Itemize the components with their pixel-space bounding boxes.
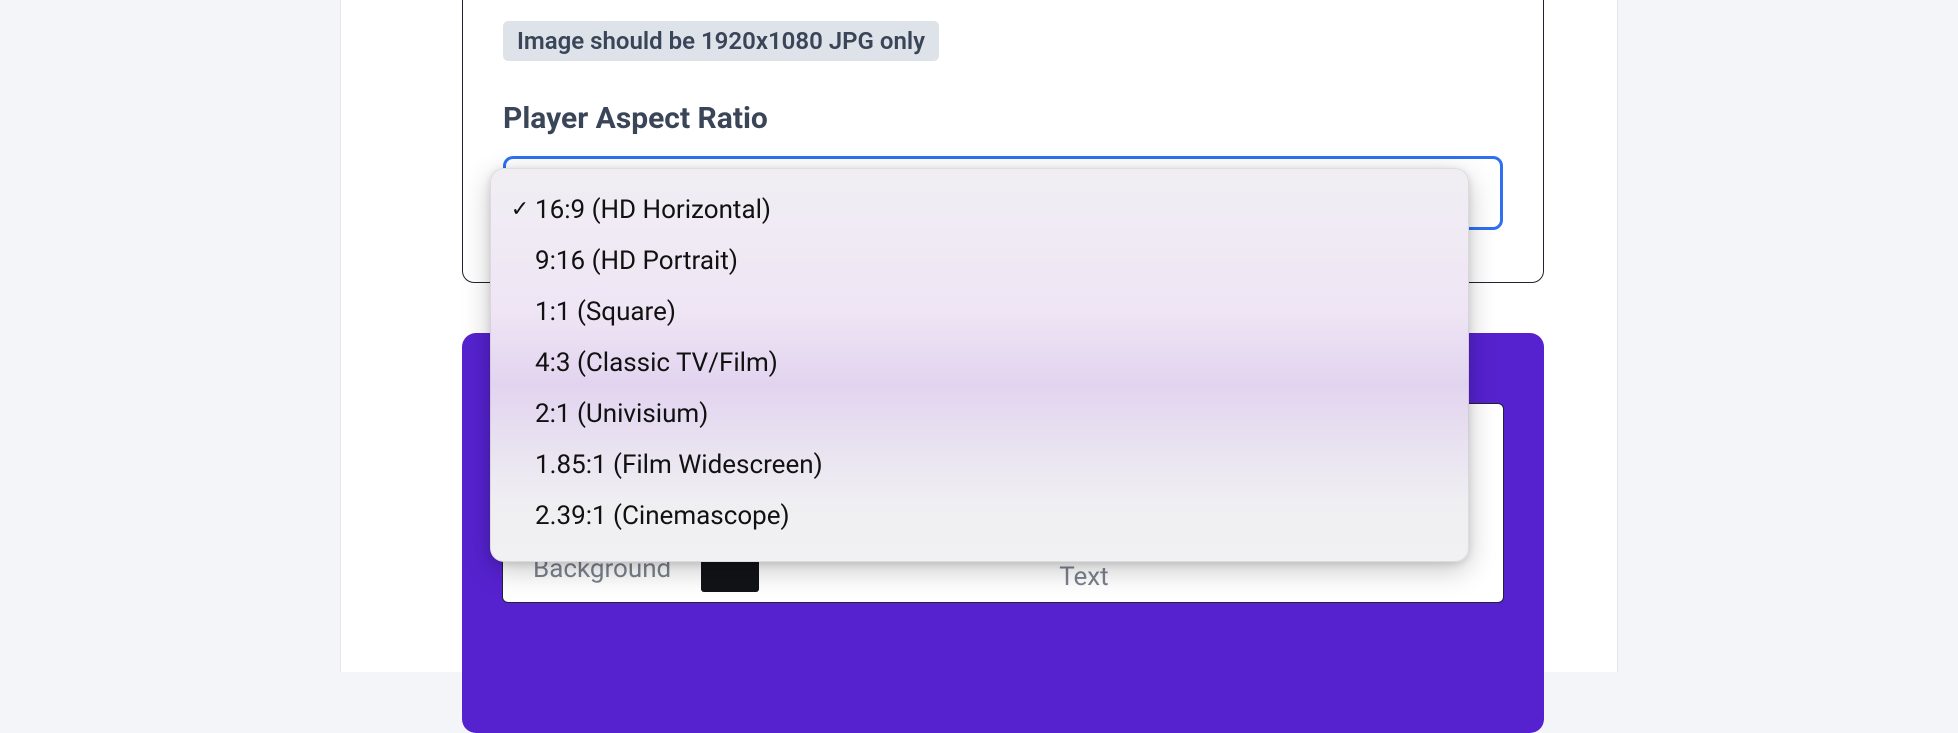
aspect-option-label: 9:16 (HD Portrait) <box>535 241 1444 282</box>
text-label: Text <box>1059 562 1108 592</box>
text-control[interactable]: Text <box>1059 562 1108 592</box>
aspect-option-label: 16:9 (HD Horizontal) <box>535 190 1444 231</box>
aspect-option[interactable]: 2:1 (Univisium) <box>491 389 1468 440</box>
aspect-option[interactable]: 1:1 (Square) <box>491 287 1468 338</box>
aspect-option[interactable]: 2.39:1 (Cinemascope) <box>491 491 1468 542</box>
aspect-option[interactable]: 9:16 (HD Portrait) <box>491 236 1468 287</box>
aspect-option[interactable]: 4:3 (Classic TV/Film) <box>491 338 1468 389</box>
aspect-option-label: 4:3 (Classic TV/Film) <box>535 343 1444 384</box>
aspect-option[interactable]: 1.85:1 (Film Widescreen) <box>491 440 1468 491</box>
check-icon: ✓ <box>505 193 535 228</box>
aspect-option-label: 2.39:1 (Cinemascope) <box>535 496 1444 537</box>
aspect-option[interactable]: ✓16:9 (HD Horizontal) <box>491 185 1468 236</box>
image-hint-badge: Image should be 1920x1080 JPG only <box>503 21 939 61</box>
aspect-option-label: 1:1 (Square) <box>535 292 1444 333</box>
aspect-option-label: 1.85:1 (Film Widescreen) <box>535 445 1444 486</box>
aspect-option-label: 2:1 (Univisium) <box>535 394 1444 435</box>
aspect-ratio-label: Player Aspect Ratio <box>503 101 1503 136</box>
aspect-ratio-dropdown[interactable]: ✓16:9 (HD Horizontal) 9:16 (HD Portrait) 1… <box>490 168 1469 562</box>
